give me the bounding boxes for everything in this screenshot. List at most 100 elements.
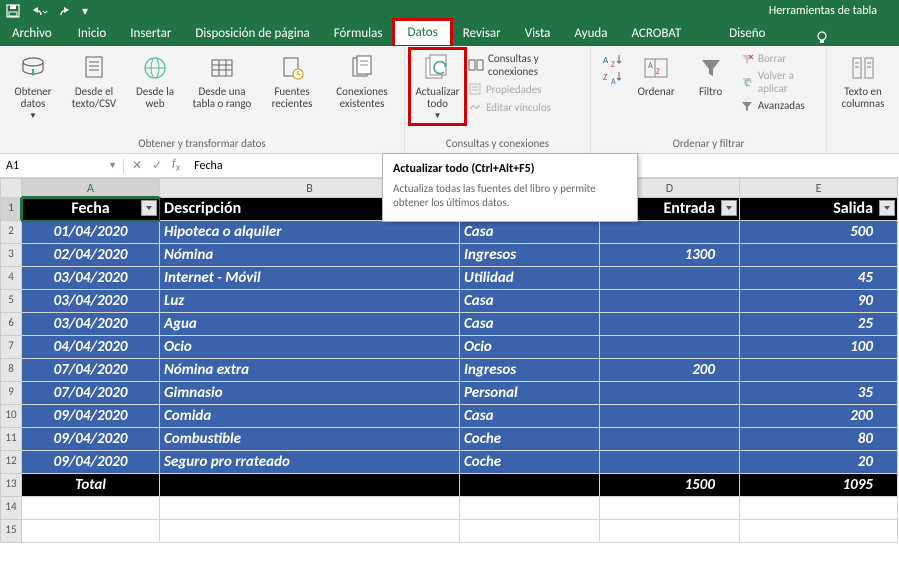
table-cell[interactable]: 1300 (600, 244, 740, 267)
table-cell[interactable] (600, 290, 740, 313)
table-cell[interactable]: Casa (460, 221, 600, 244)
table-cell[interactable] (740, 359, 898, 382)
table-cell[interactable] (600, 428, 740, 451)
row-header[interactable]: 11 (0, 428, 22, 451)
table-cell[interactable]: 25 (740, 313, 898, 336)
table-cell[interactable]: 03/04/2020 (22, 290, 160, 313)
empty-cell[interactable] (600, 520, 740, 543)
table-cell[interactable]: 20 (740, 451, 898, 474)
advanced-filter-button[interactable]: Avanzadas (740, 99, 820, 112)
table-cell[interactable]: Ingresos (460, 359, 600, 382)
table-cell[interactable] (740, 244, 898, 267)
table-cell[interactable]: Casa (460, 290, 600, 313)
filter-dropdown-icon[interactable] (141, 200, 157, 216)
empty-cell[interactable] (460, 497, 600, 520)
row-header[interactable]: 6 (0, 313, 22, 336)
tab-acrobat[interactable]: ACROBAT (619, 22, 693, 46)
table-cell[interactable]: 200 (740, 405, 898, 428)
table-cell[interactable]: 500 (740, 221, 898, 244)
queries-conn-button[interactable]: Consultas y conexiones (468, 52, 584, 78)
table-cell[interactable]: 09/04/2020 (22, 428, 160, 451)
row-header[interactable]: 5 (0, 290, 22, 313)
select-all-corner[interactable] (0, 178, 22, 198)
table-cell[interactable] (600, 313, 740, 336)
cancel-formula-icon[interactable]: ✕ (132, 158, 142, 173)
table-cell[interactable]: Gimnasio (160, 382, 460, 405)
tab-view[interactable]: Vista (513, 22, 563, 46)
filter-button[interactable]: Filtro (685, 50, 735, 100)
table-cell[interactable]: 200 (600, 359, 740, 382)
table-cell[interactable]: 03/04/2020 (22, 313, 160, 336)
from-table-button[interactable]: Desde una tabla o rango (186, 50, 258, 112)
qat-dropdown-icon[interactable]: ▾ (82, 4, 88, 19)
tell-me-bulb-icon[interactable] (815, 30, 829, 46)
tab-design[interactable]: Diseño (693, 22, 801, 46)
table-cell[interactable]: Coche (460, 428, 600, 451)
recent-sources-button[interactable]: Fuentes recientes (262, 50, 322, 112)
table-cell[interactable]: 07/04/2020 (22, 382, 160, 405)
filter-dropdown-icon[interactable] (721, 200, 737, 216)
undo-icon[interactable] (30, 4, 48, 18)
edit-links-button[interactable]: Editar vínculos (468, 100, 584, 114)
redo-icon[interactable] (58, 4, 72, 18)
total-salida[interactable]: 1095 (740, 474, 898, 497)
table-cell[interactable] (600, 267, 740, 290)
table-cell[interactable] (600, 405, 740, 428)
save-icon[interactable] (6, 4, 20, 18)
table-cell[interactable]: Utilidad (460, 267, 600, 290)
row-header[interactable]: 3 (0, 244, 22, 267)
from-web-button[interactable]: Desde la web (128, 50, 182, 112)
empty-cell[interactable] (740, 520, 898, 543)
tab-home[interactable]: Inicio (66, 22, 118, 46)
table-cell[interactable]: Ocio (160, 336, 460, 359)
refresh-all-button[interactable]: Actualizar todo▼ (411, 50, 464, 123)
table-cell[interactable] (600, 382, 740, 405)
table-cell[interactable]: Luz (160, 290, 460, 313)
table-cell[interactable]: 80 (740, 428, 898, 451)
row-header[interactable]: 13 (0, 474, 22, 497)
row-header[interactable]: 2 (0, 221, 22, 244)
table-header-fecha[interactable]: Fecha (22, 198, 160, 221)
table-cell[interactable]: Comida (160, 405, 460, 428)
table-cell[interactable]: Combustible (160, 428, 460, 451)
row-header[interactable]: 12 (0, 451, 22, 474)
tab-review[interactable]: Revisar (451, 22, 513, 46)
reapply-button[interactable]: Volver a aplicar (740, 69, 820, 95)
empty-cell[interactable] (460, 520, 600, 543)
empty-cell[interactable] (22, 497, 160, 520)
row-header[interactable]: 8 (0, 359, 22, 382)
sort-asc-desc-button[interactable]: AZZA (597, 50, 627, 88)
table-cell[interactable] (600, 221, 740, 244)
row-header[interactable]: 15 (0, 520, 22, 543)
table-cell[interactable] (600, 336, 740, 359)
table-cell[interactable]: Casa (460, 405, 600, 428)
table-cell[interactable]: 04/04/2020 (22, 336, 160, 359)
col-header-a[interactable]: A (22, 178, 160, 198)
table-cell[interactable]: Ocio (460, 336, 600, 359)
row-header[interactable]: 1 (0, 198, 22, 221)
table-cell[interactable] (160, 474, 460, 497)
row-header[interactable]: 4 (0, 267, 22, 290)
table-cell[interactable]: 07/04/2020 (22, 359, 160, 382)
chevron-down-icon[interactable]: ▼ (108, 160, 117, 171)
row-header[interactable]: 9 (0, 382, 22, 405)
table-cell[interactable]: Hipoteca o alquiler (160, 221, 460, 244)
table-cell[interactable]: Internet - Móvil (160, 267, 460, 290)
table-header-salida[interactable]: Salida (740, 198, 898, 221)
table-cell[interactable]: 100 (740, 336, 898, 359)
row-header[interactable]: 10 (0, 405, 22, 428)
get-data-button[interactable]: Obtener datos▼ (6, 50, 60, 123)
table-cell[interactable] (600, 451, 740, 474)
tab-insert[interactable]: Insertar (118, 22, 183, 46)
table-cell[interactable]: 03/04/2020 (22, 267, 160, 290)
table-cell[interactable]: Seguro pro rrateado (160, 451, 460, 474)
filter-dropdown-icon[interactable] (879, 200, 895, 216)
tab-data[interactable]: Datos (394, 20, 450, 46)
name-box[interactable]: A1 ▼ (0, 159, 124, 173)
table-cell[interactable]: Personal (460, 382, 600, 405)
existing-conn-button[interactable]: Conexiones existentes (326, 50, 398, 112)
sort-button[interactable]: AZ Ordenar (631, 50, 681, 100)
table-cell[interactable]: Agua (160, 313, 460, 336)
table-cell[interactable]: Casa (460, 313, 600, 336)
table-cell[interactable]: 90 (740, 290, 898, 313)
